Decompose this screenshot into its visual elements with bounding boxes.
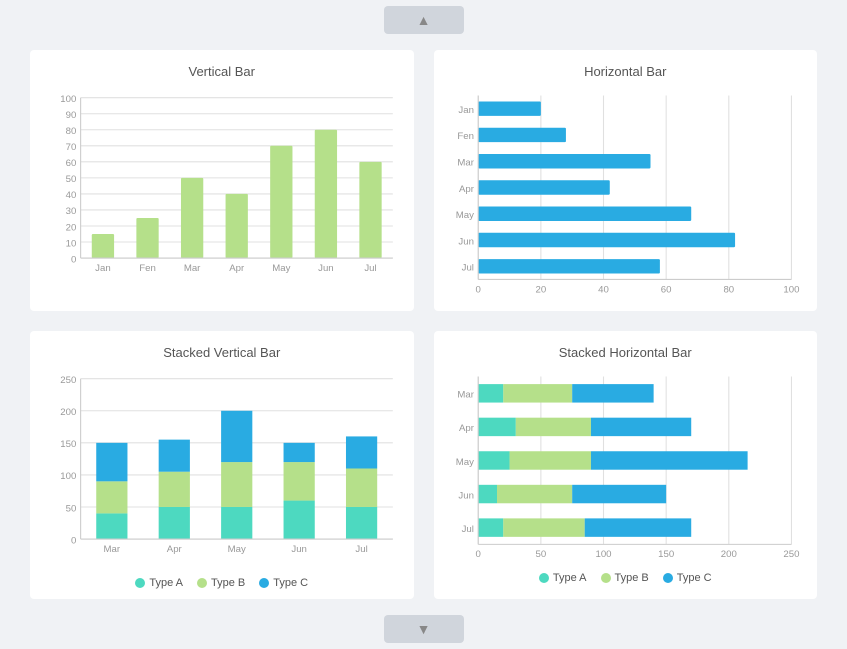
svg-text:Apr: Apr — [229, 263, 245, 274]
svg-text:Jul: Jul — [364, 263, 376, 274]
legend-label: Type A — [553, 572, 587, 584]
svg-text:Jan: Jan — [458, 105, 474, 116]
svg-text:200: 200 — [60, 407, 76, 418]
chart-panel-stacked-horizontal-bar: Stacked Horizontal Bar 0 50 100 150 200 250 Mar… — [434, 331, 818, 599]
svg-text:40: 40 — [598, 284, 609, 295]
chart-panel-horizontal-bar: Horizontal Bar 0 20 40 60 80 100 Jan Fen Mar Apr Ma… — [434, 50, 818, 311]
svg-text:0: 0 — [71, 254, 76, 265]
svg-text:90: 90 — [66, 110, 77, 121]
svg-text:50: 50 — [66, 503, 77, 514]
svg-text:Jul: Jul — [355, 544, 367, 555]
svg-text:Jul: Jul — [461, 263, 473, 274]
legend-label: Type B — [211, 577, 245, 589]
svg-text:Mar: Mar — [457, 389, 474, 400]
svg-text:60: 60 — [660, 284, 671, 295]
chart-legend: Type A Type B Type C — [444, 572, 808, 584]
svg-text:50: 50 — [535, 549, 546, 560]
svg-text:May: May — [455, 210, 473, 221]
svg-text:100: 100 — [783, 284, 799, 295]
svg-text:May: May — [455, 457, 473, 468]
svg-text:Apr: Apr — [167, 544, 183, 555]
svg-text:Mar: Mar — [104, 544, 121, 555]
svg-text:50: 50 — [66, 174, 77, 185]
legend-label: Type C — [273, 577, 308, 589]
svg-text:80: 80 — [66, 126, 77, 137]
svg-text:80: 80 — [723, 284, 734, 295]
svg-text:Jun: Jun — [318, 263, 334, 274]
legend-label: Type C — [677, 572, 712, 584]
svg-text:Fen: Fen — [139, 263, 156, 274]
svg-text:200: 200 — [720, 549, 736, 560]
svg-text:150: 150 — [658, 549, 674, 560]
chart-title-vertical-bar: Vertical Bar — [40, 64, 404, 79]
scroll-down-btn[interactable]: ▼ — [384, 615, 464, 643]
svg-text:Jun: Jun — [291, 544, 307, 555]
svg-text:0: 0 — [71, 535, 76, 546]
svg-text:100: 100 — [595, 549, 611, 560]
svg-text:70: 70 — [66, 142, 77, 153]
legend-dot — [601, 573, 611, 583]
legend-item: Type A — [539, 572, 587, 584]
scroll-up-icon: ▲ — [417, 12, 431, 28]
svg-text:150: 150 — [60, 439, 76, 450]
svg-text:60: 60 — [66, 158, 77, 169]
stacked-horizontal-bar-chart: 0 50 100 150 200 250 Mar Apr May Jun Jul — [444, 368, 808, 566]
chart-legend: Type A Type B Type C — [40, 577, 404, 589]
svg-text:0: 0 — [475, 549, 480, 560]
svg-text:Fen: Fen — [457, 131, 474, 142]
scroll-up-btn[interactable]: ▲ — [384, 6, 464, 34]
svg-text:Mar: Mar — [184, 263, 201, 274]
legend-label: Type A — [149, 577, 183, 589]
legend-dot — [663, 573, 673, 583]
legend-dot — [135, 578, 145, 588]
svg-text:May: May — [228, 544, 246, 555]
chart-panel-stacked-vertical-bar: Stacked Vertical Bar 0 50 100 150 200 250 Mar Ap… — [30, 331, 414, 599]
svg-text:Jun: Jun — [458, 236, 474, 247]
svg-text:100: 100 — [60, 94, 76, 105]
legend-dot — [259, 578, 269, 588]
svg-text:Mar: Mar — [457, 157, 474, 168]
svg-text:20: 20 — [66, 222, 77, 233]
horizontal-bar-chart: 0 20 40 60 80 100 Jan Fen Mar Apr May Jun Jul — [444, 87, 808, 301]
svg-text:Apr: Apr — [458, 423, 474, 434]
svg-text:10: 10 — [66, 238, 77, 249]
svg-text:250: 250 — [60, 375, 76, 386]
legend-item: Type C — [259, 577, 308, 589]
svg-text:100: 100 — [60, 471, 76, 482]
legend-item: Type B — [197, 577, 245, 589]
charts-container: Vertical Bar 0 10 20 30 40 50 60 70 80 90 100 Jan Fen… — [0, 40, 847, 609]
legend-item: Type C — [663, 572, 712, 584]
svg-text:20: 20 — [535, 284, 546, 295]
svg-text:Jul: Jul — [461, 524, 473, 535]
legend-dot — [539, 573, 549, 583]
svg-text:40: 40 — [66, 190, 77, 201]
svg-text:May: May — [272, 263, 290, 274]
chart-title-stacked-horizontal-bar: Stacked Horizontal Bar — [444, 345, 808, 360]
svg-text:Jan: Jan — [95, 263, 110, 274]
scroll-down-icon: ▼ — [417, 621, 431, 637]
stacked-vertical-bar-chart: 0 50 100 150 200 250 Mar Apr May Jun Jul — [40, 368, 404, 571]
chart-panel-vertical-bar: Vertical Bar 0 10 20 30 40 50 60 70 80 90 100 Jan Fen… — [30, 50, 414, 311]
legend-item: Type A — [135, 577, 183, 589]
svg-text:30: 30 — [66, 206, 77, 217]
vertical-bar-chart: 0 10 20 30 40 50 60 70 80 90 100 Jan Fen Mar Apr May Jun… — [40, 87, 404, 290]
legend-item: Type B — [601, 572, 649, 584]
svg-text:Apr: Apr — [458, 184, 474, 195]
legend-dot — [197, 578, 207, 588]
chart-title-stacked-vertical-bar: Stacked Vertical Bar — [40, 345, 404, 360]
legend-label: Type B — [615, 572, 649, 584]
svg-text:0: 0 — [475, 284, 480, 295]
svg-text:250: 250 — [783, 549, 799, 560]
svg-text:Jun: Jun — [458, 490, 474, 501]
chart-title-horizontal-bar: Horizontal Bar — [444, 64, 808, 79]
